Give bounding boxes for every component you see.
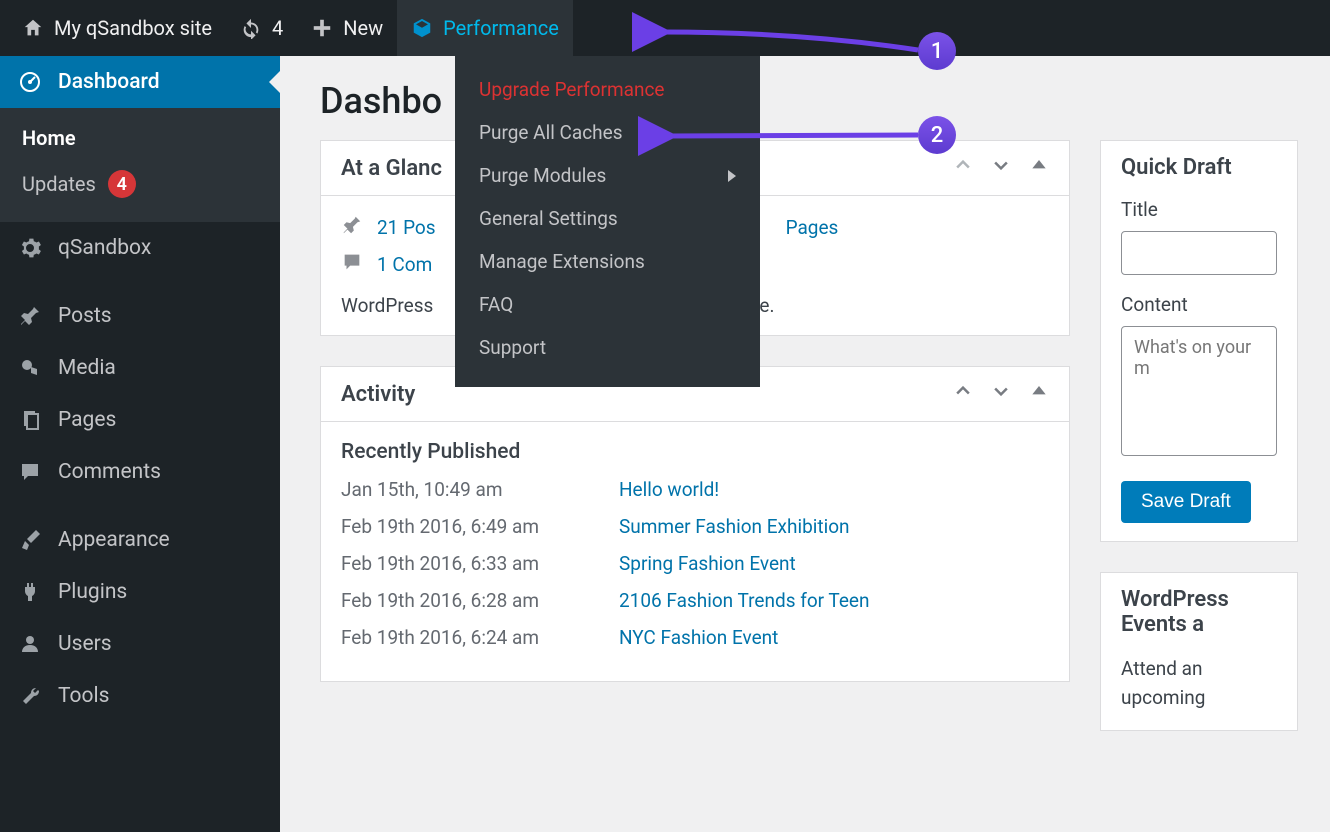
activity-link[interactable]: 2106 Fashion Trends for Teen	[619, 589, 870, 612]
comment-icon	[341, 251, 363, 278]
glance-pages[interactable]: Pages	[786, 214, 839, 241]
sidebar-comments[interactable]: Comments	[0, 446, 280, 498]
plus-icon	[311, 17, 333, 39]
sidebar-item-label: Posts	[58, 304, 112, 328]
gear-icon	[18, 236, 42, 260]
sidebar-updates[interactable]: Updates 4	[0, 160, 280, 208]
panel-down-icon[interactable]	[991, 155, 1011, 181]
sidebar-home[interactable]: Home	[0, 116, 280, 160]
admin-toolbar: My qSandbox site 4 New Performance	[0, 0, 1330, 56]
perf-manage-extensions[interactable]: Manage Extensions	[455, 240, 760, 283]
activity-link[interactable]: NYC Fashion Event	[619, 626, 778, 649]
toolbar-performance[interactable]: Performance	[397, 0, 573, 56]
activity-row: Feb 19th 2016, 6:49 amSummer Fashion Exh…	[341, 515, 1049, 538]
panel-up-icon[interactable]	[953, 155, 973, 181]
sidebar-tools[interactable]: Tools	[0, 670, 280, 722]
activity-row: Jan 15th, 10:49 amHello world!	[341, 478, 1049, 501]
activity-link[interactable]: Spring Fashion Event	[619, 552, 796, 575]
sidebar-item-label: Users	[58, 632, 112, 656]
wp-events-panel: WordPress Events a Attend an upcoming	[1100, 572, 1298, 731]
glance-posts[interactable]: 21 Pos	[341, 214, 436, 241]
qd-content-label: Content	[1121, 293, 1277, 316]
main-content: Dashbo At a Glanc 21 Pos	[280, 56, 1330, 832]
events-body: Attend an upcoming	[1121, 657, 1205, 709]
perf-upgrade[interactable]: Upgrade Performance	[455, 68, 760, 111]
sidebar-appearance[interactable]: Appearance	[0, 514, 280, 566]
activity-link[interactable]: Summer Fashion Exhibition	[619, 515, 850, 538]
panel-up-icon[interactable]	[953, 381, 973, 407]
perf-general-settings[interactable]: General Settings	[455, 197, 760, 240]
activity-row: Feb 19th 2016, 6:24 amNYC Fashion Event	[341, 626, 1049, 649]
toolbar-performance-label: Performance	[443, 16, 559, 40]
sidebar-item-label: Tools	[58, 684, 109, 708]
panel-title: Quick Draft	[1121, 155, 1232, 180]
save-draft-button[interactable]: Save Draft	[1121, 481, 1251, 523]
toolbar-new[interactable]: New	[297, 0, 397, 56]
activity-subtitle: Recently Published	[341, 440, 1049, 464]
perf-faq[interactable]: FAQ	[455, 283, 760, 326]
sidebar-item-label: Comments	[58, 460, 161, 484]
updates-badge: 4	[108, 170, 136, 198]
toolbar-site[interactable]: My qSandbox site	[8, 0, 226, 56]
gauge-icon	[18, 70, 42, 94]
perf-support[interactable]: Support	[455, 326, 760, 369]
sidebar-dashboard-subnav: Home Updates 4	[0, 108, 280, 222]
quick-draft-panel: Quick Draft Title Content Save Draft	[1100, 140, 1298, 542]
panel-title: WordPress Events a	[1121, 587, 1277, 637]
panel-toggle-icon[interactable]	[1029, 155, 1049, 181]
sidebar-plugins[interactable]: Plugins	[0, 566, 280, 618]
activity-row: Feb 19th 2016, 6:33 amSpring Fashion Eve…	[341, 552, 1049, 575]
qd-title-input[interactable]	[1121, 231, 1277, 275]
tool-icon	[18, 684, 42, 708]
chevron-right-icon	[728, 170, 736, 182]
qd-content-textarea[interactable]	[1121, 326, 1277, 456]
panel-title: Activity	[341, 382, 415, 407]
brush-icon	[18, 528, 42, 552]
sidebar-item-label: Appearance	[58, 528, 170, 552]
plug-icon	[18, 580, 42, 604]
comment-icon	[18, 460, 42, 484]
panel-title: At a Glanc	[341, 156, 442, 181]
pages-icon	[18, 408, 42, 432]
sidebar-qsandbox[interactable]: qSandbox	[0, 222, 280, 274]
wp-line-pre: WordPress	[341, 294, 433, 317]
toolbar-site-label: My qSandbox site	[54, 16, 212, 40]
sidebar-item-label: Pages	[58, 408, 116, 432]
perf-purge-all[interactable]: Purge All Caches	[455, 111, 760, 154]
panel-down-icon[interactable]	[991, 381, 1011, 407]
cube-icon	[411, 17, 433, 39]
refresh-icon	[240, 17, 262, 39]
sidebar-item-label: qSandbox	[58, 236, 151, 260]
pin-icon	[18, 304, 42, 328]
media-icon	[18, 356, 42, 380]
user-icon	[18, 632, 42, 656]
sidebar-pages[interactable]: Pages	[0, 394, 280, 446]
toolbar-new-label: New	[343, 16, 383, 40]
home-icon	[22, 17, 44, 39]
sidebar-users[interactable]: Users	[0, 618, 280, 670]
sidebar-item-label: Media	[58, 356, 116, 380]
sidebar-posts[interactable]: Posts	[0, 290, 280, 342]
qd-title-label: Title	[1121, 198, 1277, 221]
activity-link[interactable]: Hello world!	[619, 478, 719, 501]
sidebar-media[interactable]: Media	[0, 342, 280, 394]
sidebar-dashboard-label: Dashboard	[58, 70, 160, 94]
admin-sidebar: Dashboard Home Updates 4 qSandbox Posts …	[0, 56, 280, 832]
sidebar-item-label: Plugins	[58, 580, 127, 604]
toolbar-updates[interactable]: 4	[226, 0, 297, 56]
panel-toggle-icon[interactable]	[1029, 381, 1049, 407]
perf-purge-modules[interactable]: Purge Modules	[455, 154, 760, 197]
pin-icon	[341, 214, 363, 241]
toolbar-updates-count: 4	[272, 16, 283, 40]
performance-dropdown: Upgrade Performance Purge All Caches Pur…	[455, 56, 760, 387]
activity-panel: Activity Recently Published Jan 15th, 10…	[320, 366, 1070, 682]
activity-row: Feb 19th 2016, 6:28 am2106 Fashion Trend…	[341, 589, 1049, 612]
sidebar-dashboard[interactable]: Dashboard	[0, 56, 280, 108]
